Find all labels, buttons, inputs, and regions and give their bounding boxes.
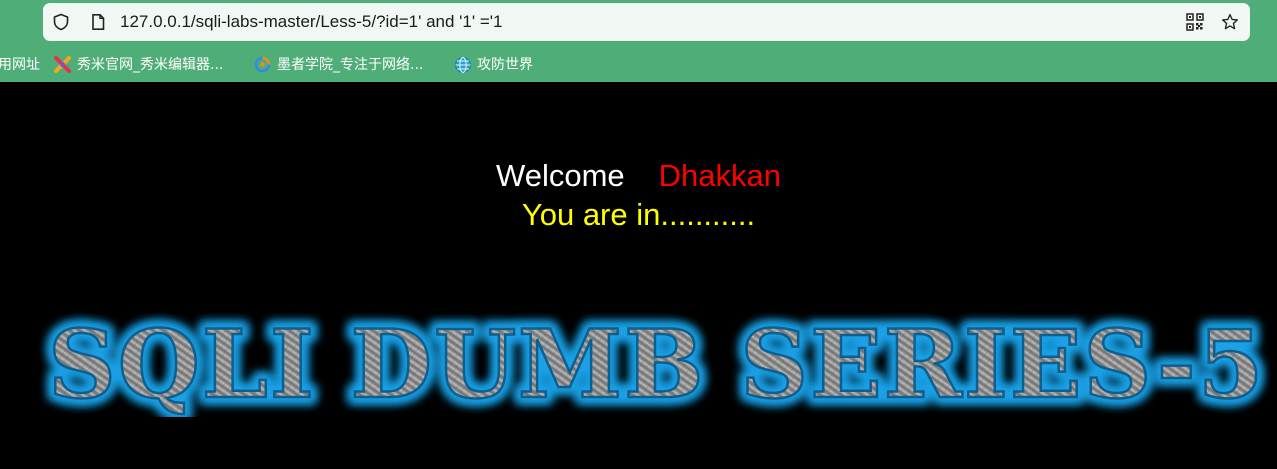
bookmark-item[interactable]: 秀米官网_秀米编辑器... (54, 52, 223, 76)
page-content: Welcome Dhakkan You are in........... SQ… (0, 82, 1277, 469)
user-name: Dhakkan (658, 158, 781, 193)
url-text[interactable]: 127.0.0.1/sqli-labs-master/Less-5/?id=1'… (120, 12, 502, 32)
shield-icon[interactable] (52, 13, 70, 31)
status-message: You are in........... (521, 197, 756, 232)
mozhe-logo-icon (254, 56, 271, 73)
bookmark-item[interactable]: 墨者学院_专注于网络... (254, 52, 423, 76)
banner-title: SQLI DUMB SERIES-5 (48, 310, 1265, 417)
welcome-text: Welcome (496, 158, 625, 193)
bookmark-label: 用网址 (0, 57, 40, 73)
xiumi-logo-icon (54, 55, 71, 73)
bookmark-star-icon[interactable] (1221, 13, 1239, 31)
globe-icon (454, 56, 471, 73)
browser-toolbar: 127.0.0.1/sqli-labs-master/Less-5/?id=1'… (0, 0, 1277, 82)
bookmark-item[interactable]: 攻防世界 (454, 52, 533, 76)
bookmark-label: 攻防世界 (477, 57, 533, 73)
series-banner: SQLI DUMB SERIES-5 SQLI DUMB SERIES-5 (0, 307, 1277, 417)
bookmark-label: 墨者学院_专注于网络... (277, 57, 424, 73)
page-info-icon[interactable] (89, 13, 107, 31)
bookmark-item[interactable]: 用网址 (0, 52, 40, 76)
address-bar[interactable]: 127.0.0.1/sqli-labs-master/Less-5/?id=1'… (43, 3, 1250, 41)
bookmark-label: 秀米官网_秀米编辑器... (77, 57, 224, 73)
welcome-line: Welcome Dhakkan (0, 158, 1277, 194)
qr-code-icon[interactable] (1186, 13, 1204, 31)
bookmarks-bar: 用网址 秀米官网_秀米编辑器... 墨者学院_专注于网络... 攻防世界 (0, 52, 1277, 76)
